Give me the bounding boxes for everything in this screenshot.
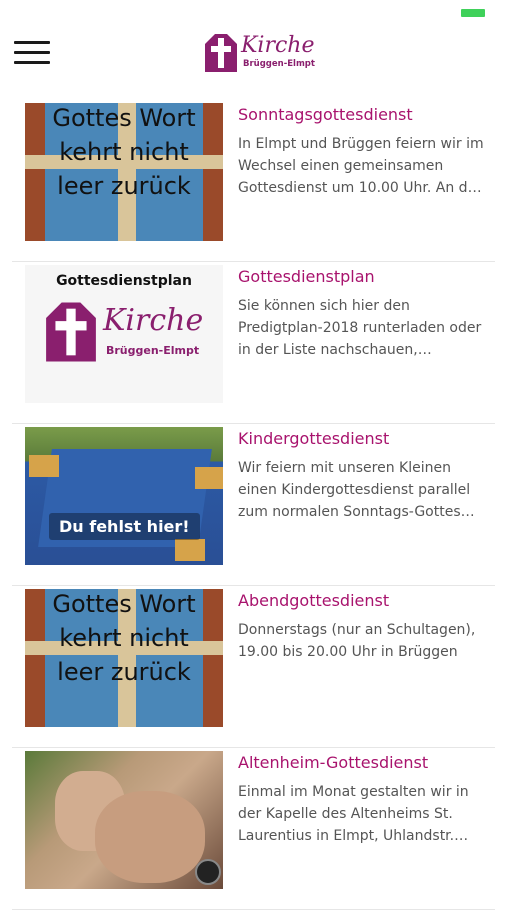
battery-icon bbox=[461, 9, 485, 17]
item-description: Donnerstags (nur an Schultagen), 19.00 b… bbox=[238, 622, 476, 660]
church-cross-icon bbox=[46, 302, 96, 362]
image-text-line: Gottes Wort bbox=[52, 590, 196, 618]
item-description: Wir feiern mit unseren Kleinen einen Kin… bbox=[238, 460, 475, 520]
image-text-line: leer zurück bbox=[57, 658, 191, 686]
wood-cross-image: Gottes Wort kehrt nicht leer zurück bbox=[25, 103, 223, 241]
wood-cross-image: Gottes Wort kehrt nicht leer zurück bbox=[25, 589, 223, 727]
image-caption: Du fehlst hier! bbox=[49, 513, 200, 540]
praying-hands-image bbox=[25, 751, 223, 889]
app-header: Kirche Brüggen-Elmpt bbox=[0, 22, 507, 84]
list-item[interactable]: Altenheim-Gottesdienst Einmal im Monat g… bbox=[12, 748, 495, 910]
church-logo[interactable]: Kirche Brüggen-Elmpt bbox=[203, 32, 315, 74]
list-item[interactable]: Gottes Wort kehrt nicht leer zurück Sonn… bbox=[12, 100, 495, 262]
logo-subtitle: Brüggen-Elmpt bbox=[243, 59, 315, 69]
kids-table-image: Du fehlst hier! bbox=[25, 427, 223, 565]
item-description: In Elmpt und Brüggen feiern wir im Wechs… bbox=[238, 136, 484, 196]
item-description: Einmal im Monat gestalten wir in der Kap… bbox=[238, 784, 469, 844]
status-bar bbox=[0, 0, 507, 22]
image-text-line: kehrt nicht bbox=[59, 624, 189, 652]
image-text-line: Gottes Wort bbox=[52, 104, 196, 132]
image-text-line: leer zurück bbox=[57, 172, 191, 200]
hamburger-menu-icon[interactable] bbox=[14, 41, 50, 65]
image-text-line: kehrt nicht bbox=[59, 138, 189, 166]
item-description: Sie können sich hier den Predigtplan-201… bbox=[238, 298, 482, 358]
item-title: Altenheim-Gottesdienst bbox=[238, 753, 429, 772]
service-list: Gottes Wort kehrt nicht leer zurück Sonn… bbox=[12, 100, 495, 910]
church-cross-icon bbox=[205, 34, 237, 72]
item-title: Kindergottesdienst bbox=[238, 429, 390, 448]
item-title: Sonntagsgottesdienst bbox=[238, 105, 413, 124]
plan-logo-title: Kirche bbox=[103, 303, 204, 338]
plan-logo: Kirche Brüggen-Elmpt bbox=[43, 299, 213, 369]
plan-logo-subtitle: Brüggen-Elmpt bbox=[106, 344, 200, 357]
list-item[interactable]: Gottesdienstplan Kirche Brüggen-Elmpt Go… bbox=[12, 262, 495, 424]
plan-image-heading: Gottesdienstplan bbox=[56, 273, 192, 289]
list-item[interactable]: Du fehlst hier! Kindergottesdienst Wir f… bbox=[12, 424, 495, 586]
logo-title: Kirche bbox=[241, 33, 315, 58]
list-item[interactable]: Gottes Wort kehrt nicht leer zurück Aben… bbox=[12, 586, 495, 748]
item-title: Abendgottesdienst bbox=[238, 591, 390, 610]
item-title: Gottesdienstplan bbox=[238, 267, 375, 286]
plan-image: Gottesdienstplan Kirche Brüggen-Elmpt bbox=[25, 265, 223, 403]
